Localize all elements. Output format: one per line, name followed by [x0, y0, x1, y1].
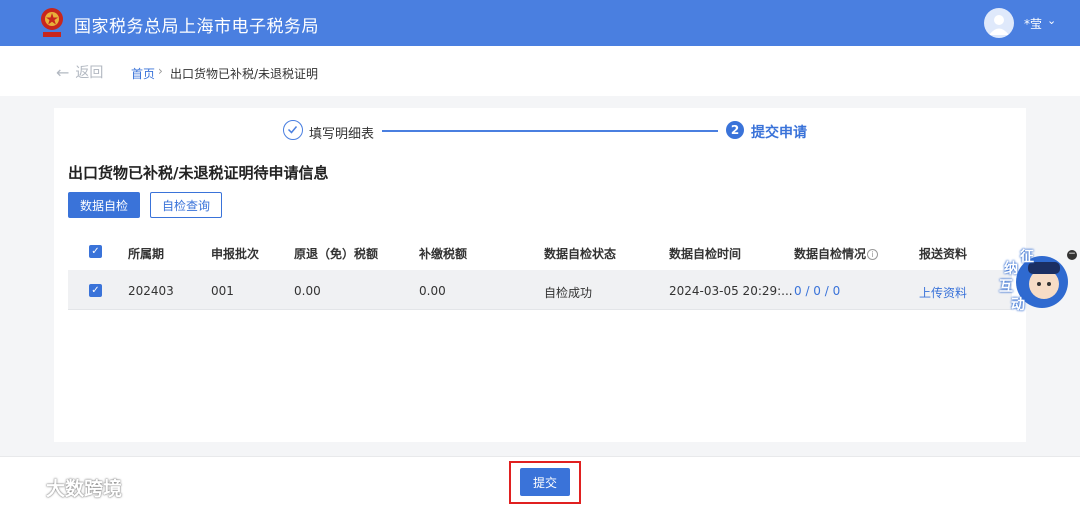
- th-upload: 报送资料: [919, 247, 968, 261]
- table-row: ✓ 202403 001 0.00 0.00 自检成功 2024-03-05 2…: [68, 270, 1012, 310]
- cell-time: 2024-03-05 20:29:...: [669, 284, 793, 298]
- widget-char-4: 动: [1011, 297, 1025, 313]
- step-connector: [382, 130, 718, 132]
- user-name[interactable]: *莹: [1024, 15, 1042, 32]
- breadcrumb-separator: ›: [158, 64, 163, 78]
- widget-char-2: 纳: [1004, 261, 1018, 277]
- user-icon: [989, 15, 1009, 35]
- breadcrumb-bar: ← 返回 首页 › 出口货物已补税/未退税证明: [0, 46, 1080, 96]
- step2-number-badge: 2: [726, 121, 744, 139]
- th-refund: 原退（免）税额: [294, 247, 379, 261]
- top-header: 国家税务总局上海市电子税务局 *莹 ⌄: [0, 0, 1080, 46]
- th-time: 数据自检时间: [669, 247, 742, 261]
- select-all-checkbox[interactable]: ✓: [89, 245, 102, 258]
- submit-button[interactable]: 提交: [520, 468, 570, 496]
- back-label: 返回: [75, 65, 104, 81]
- th-batch: 申报批次: [211, 247, 260, 261]
- user-avatar[interactable]: [984, 8, 1014, 38]
- check-circle-icon: [283, 120, 303, 140]
- th-result: 数据自检情况 i: [794, 245, 879, 262]
- th-period: 所属期: [128, 247, 165, 261]
- watermark: 大数跨境: [8, 474, 122, 501]
- info-icon[interactable]: i: [867, 249, 879, 260]
- upload-link[interactable]: 上传资料: [919, 284, 967, 301]
- cell-batch: 001: [211, 284, 234, 298]
- th-result-label: 数据自检情况: [794, 247, 867, 261]
- th-status: 数据自检状态: [544, 247, 617, 261]
- interaction-widget[interactable]: 征 纳 互 动: [996, 244, 1072, 314]
- tax-emblem-icon: [41, 8, 63, 37]
- watermark-text: 大数跨境: [46, 478, 123, 500]
- collapse-widget-icon[interactable]: −: [1067, 250, 1077, 260]
- step2-label: 提交申请: [751, 125, 807, 141]
- row-checkbox[interactable]: ✓: [89, 284, 102, 297]
- cell-period: 202403: [128, 284, 174, 298]
- chevron-down-icon[interactable]: ⌄: [1047, 14, 1056, 27]
- th-supplement: 补缴税额: [419, 247, 468, 261]
- widget-char-1: 征: [1020, 249, 1034, 265]
- stepper: 填写明细表 2 提交申请: [283, 120, 843, 142]
- breadcrumb-home-link[interactable]: 首页: [131, 65, 155, 82]
- cell-status: 自检成功: [544, 286, 593, 300]
- cell-result-link[interactable]: 0 / 0 / 0: [794, 284, 840, 298]
- breadcrumb-current: 出口货物已补税/未退税证明: [170, 67, 319, 81]
- step1-label: 填写明细表: [309, 127, 375, 142]
- self-check-button[interactable]: 数据自检: [68, 192, 140, 218]
- table-header: ✓ 所属期 申报批次 原退（免）税额 补缴税额 数据自检状态 数据自检时间 数据…: [68, 234, 1012, 270]
- section-title: 出口货物已补税/未退税证明待申请信息: [68, 164, 329, 182]
- arrow-left-icon: ←: [56, 62, 70, 82]
- cell-supplement: 0.00: [419, 284, 446, 298]
- check-query-button[interactable]: 自检查询: [150, 192, 222, 218]
- cell-refund: 0.00: [294, 284, 321, 298]
- back-button[interactable]: ← 返回: [56, 62, 103, 82]
- site-title: 国家税务总局上海市电子税务局: [74, 17, 319, 37]
- watermark-logo-icon: [10, 479, 42, 495]
- widget-char-3: 互: [999, 279, 1013, 295]
